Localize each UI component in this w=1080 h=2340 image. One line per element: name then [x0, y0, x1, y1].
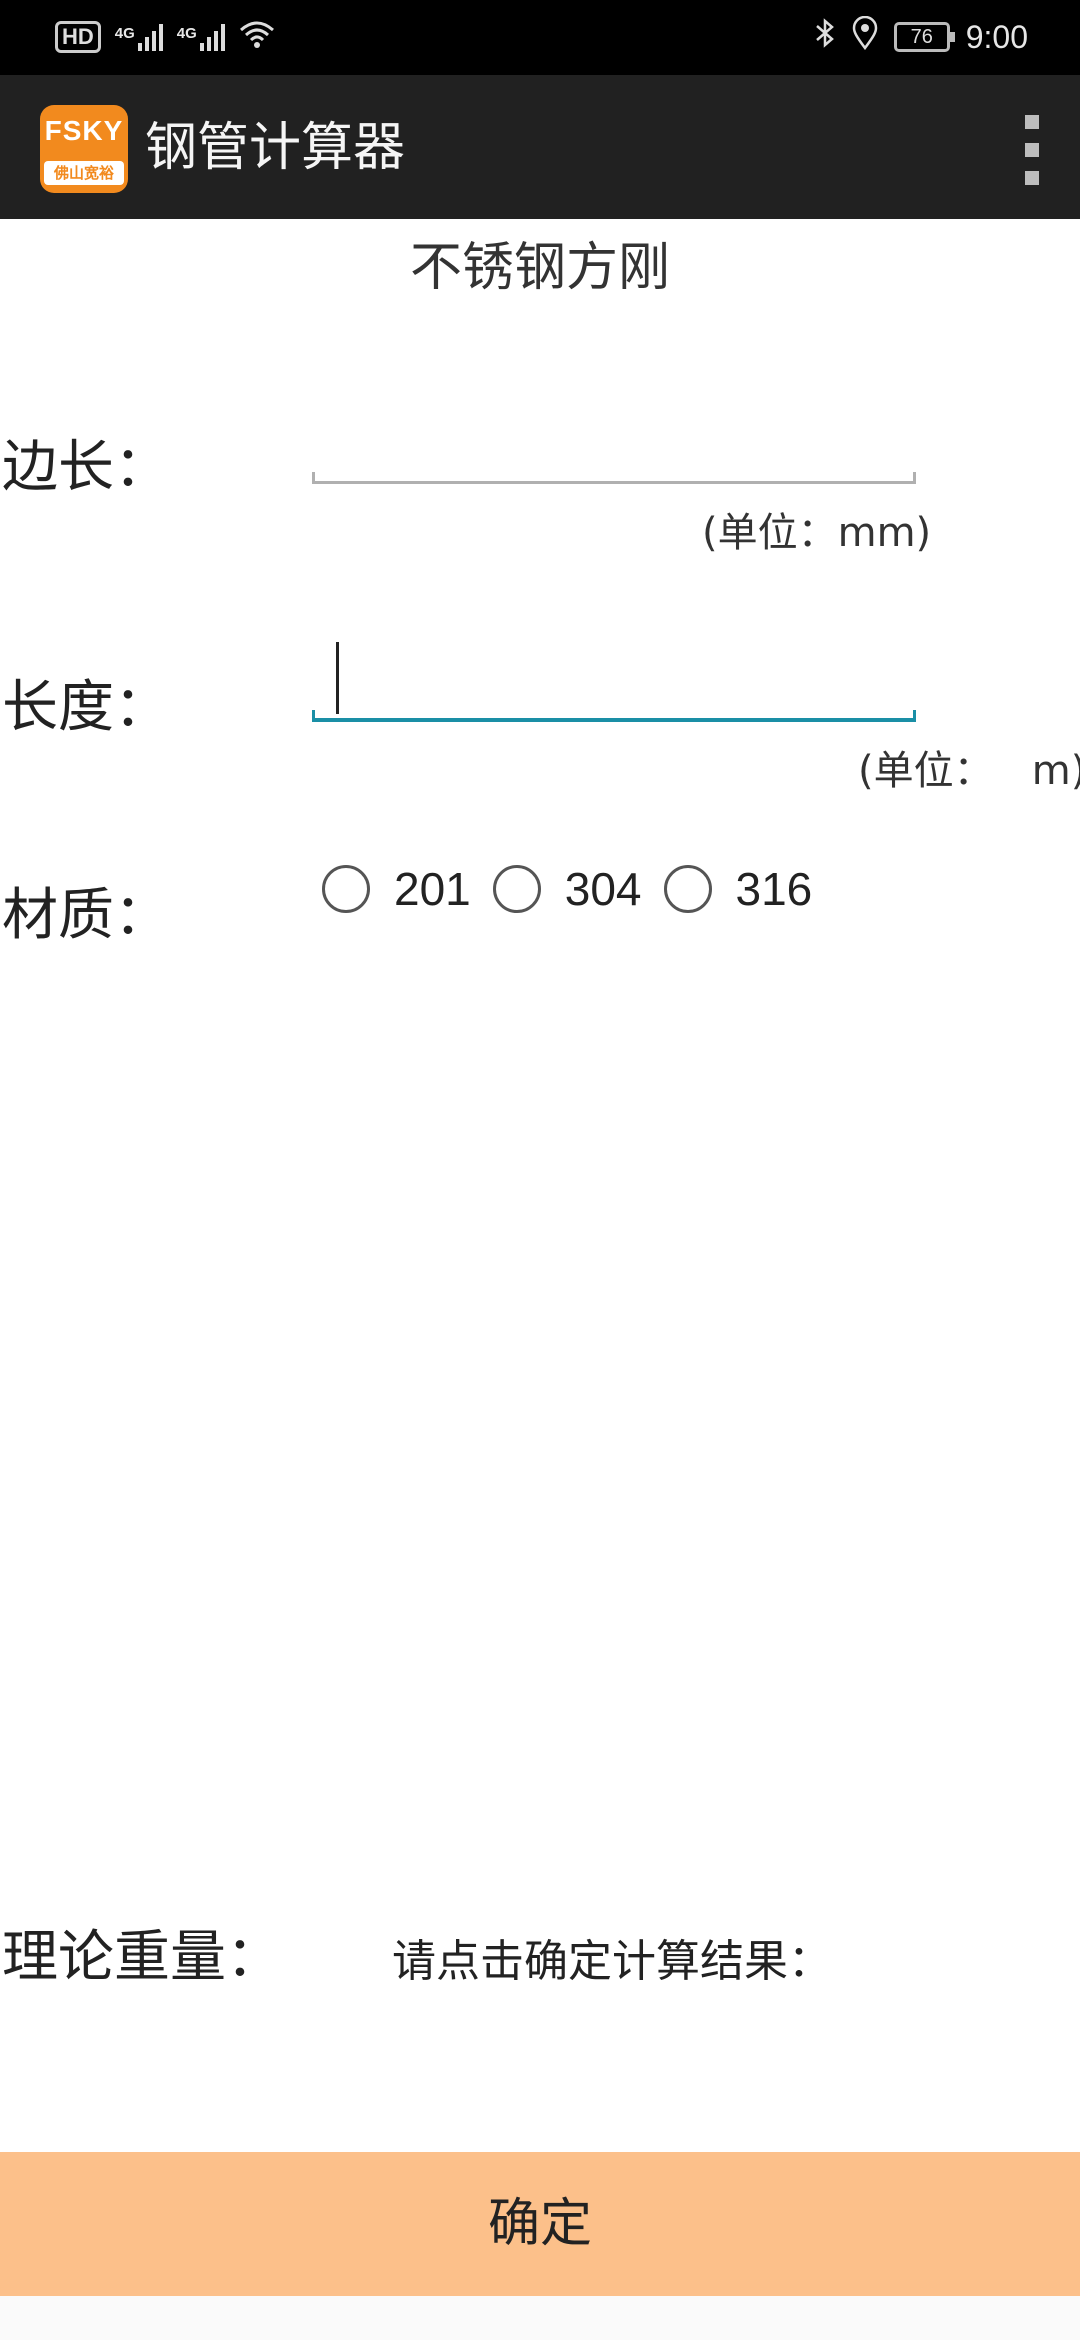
logo-subtext: 佛山宽裕	[44, 161, 124, 185]
status-right: 76 9:00	[814, 12, 1028, 62]
confirm-button[interactable]: 确定	[0, 2152, 1080, 2296]
battery-icon: 76	[893, 22, 955, 52]
theoretical-weight-label: 理论重量：	[2, 1925, 282, 1990]
text-cursor	[336, 642, 339, 714]
side-length-field[interactable]	[312, 400, 916, 484]
material-label: 材质：	[2, 883, 170, 948]
signal-icon: 4G	[177, 23, 225, 51]
radio-circle[interactable]	[492, 865, 541, 913]
clock: 9:00	[965, 18, 1028, 55]
radio-circle[interactable]	[322, 865, 370, 913]
logo-text: FSKY	[44, 115, 124, 146]
app-title: 钢管计算器	[145, 118, 406, 178]
bottom-strip	[0, 2296, 1080, 2340]
side-length-label: 边长：	[2, 435, 170, 500]
material-radio-group: 201 304 316	[322, 862, 834, 916]
radio-circle[interactable]	[663, 865, 712, 913]
app-logo: FSKY 佛山宽裕	[40, 105, 128, 193]
length-field[interactable]	[312, 632, 916, 722]
page-title: 不锈钢方刚	[409, 238, 670, 298]
status-left: HD 4G 4G	[55, 12, 275, 62]
radio-label: 304	[564, 863, 642, 915]
side-length-input[interactable]	[312, 400, 916, 484]
radio-label: 316	[735, 863, 813, 915]
signal-icon: 4G	[115, 23, 163, 51]
length-input[interactable]	[312, 632, 916, 722]
length-unit: (单位： m)	[858, 748, 1080, 794]
material-radio-304[interactable]: 304	[492, 862, 642, 916]
hd-icon: HD	[55, 21, 101, 53]
radio-label: 201	[394, 863, 471, 915]
status-bar: HD 4G 4G 76 9:00	[0, 0, 1080, 75]
app-bar: FSKY 佛山宽裕 钢管计算器	[0, 75, 1080, 219]
side-unit: (单位：mm)	[702, 510, 932, 556]
location-icon	[852, 15, 878, 58]
overflow-menu-icon[interactable]	[1022, 115, 1042, 185]
length-label: 长度：	[2, 675, 170, 740]
bluetooth-icon	[814, 17, 836, 57]
weight-result-text: 请点击确定计算结果：	[392, 1936, 832, 1987]
wifi-icon	[239, 20, 275, 55]
material-radio-316[interactable]: 316	[663, 862, 813, 916]
material-radio-201[interactable]: 201	[322, 862, 471, 916]
